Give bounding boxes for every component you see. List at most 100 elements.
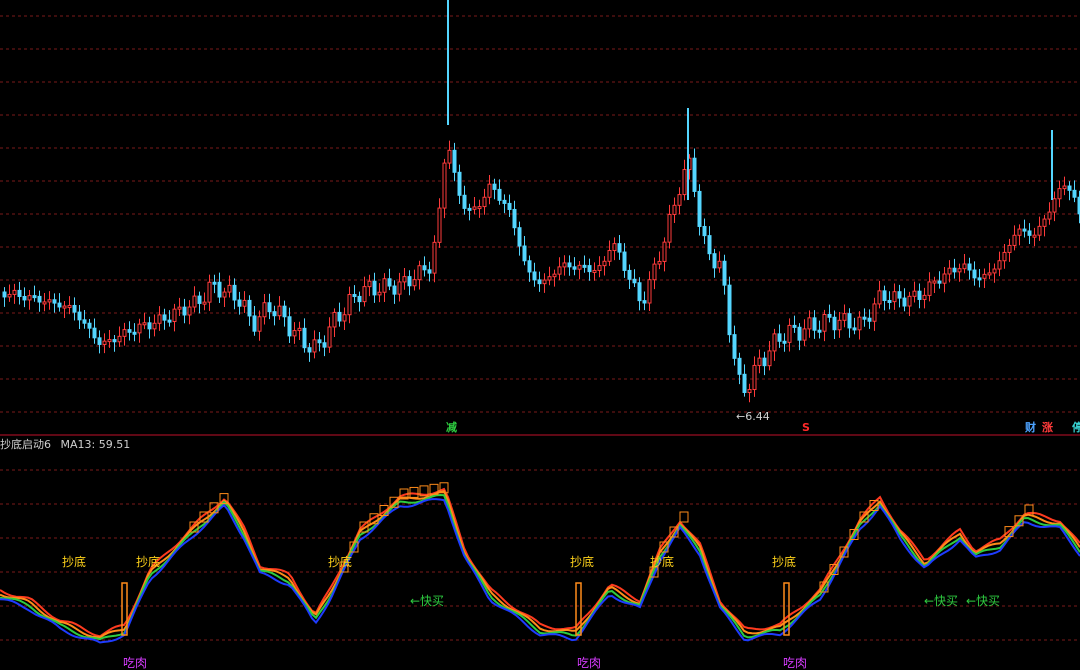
candle-body [102, 340, 107, 345]
candle-body [757, 357, 762, 366]
fast-buy-label: ←快买 [410, 594, 444, 608]
candle-body [997, 260, 1002, 270]
candle-body [127, 329, 132, 333]
candle-body [812, 317, 817, 331]
indicator-title: 抄底启动6 [0, 438, 51, 451]
candle-body [487, 183, 492, 198]
candle-body [62, 305, 67, 309]
loss-label: 吃肉 [577, 656, 601, 670]
candle-body [902, 297, 907, 307]
candle-body [237, 299, 242, 307]
candle-body [717, 260, 722, 269]
candle-body [147, 322, 152, 330]
event-tag: 停 [1072, 420, 1080, 434]
candle-body [777, 333, 782, 342]
candle-body [27, 295, 32, 301]
candle-body [397, 281, 402, 295]
candle-body [222, 291, 227, 298]
candle-body [172, 308, 177, 322]
fast-buy-label: ←快买 [924, 594, 958, 608]
candle-body [477, 206, 482, 210]
indicator-labels: 抄底 抄底 抄底 抄底 抄底 抄底 ←快买 ←快买 ←快买吃肉 吃肉 吃肉 [62, 554, 1000, 670]
candle-body [592, 269, 597, 273]
candle-body [327, 326, 332, 348]
candle-body [167, 319, 172, 323]
candle-body [737, 357, 742, 375]
candle-body [857, 316, 862, 331]
candle-body [917, 290, 922, 300]
candle-body [632, 278, 637, 284]
candle-body [1012, 234, 1017, 246]
candle-body [337, 311, 342, 322]
price-candles [2, 0, 1080, 403]
candle-body [752, 364, 757, 391]
candle-body [202, 301, 207, 305]
buy-bottom-label: 抄底 [650, 554, 674, 569]
candle-body [87, 322, 92, 329]
event-tag: 财 [1024, 420, 1036, 434]
candle-body [402, 276, 407, 283]
candle-body [1017, 228, 1022, 236]
candle-body [107, 339, 112, 343]
candle-body [957, 268, 962, 273]
candle-body [562, 262, 567, 268]
candle-body [367, 280, 372, 288]
candle-body [32, 295, 37, 299]
candle-body [1067, 185, 1072, 191]
candle-body [542, 279, 547, 285]
candle-body [642, 300, 647, 304]
candle-body [1062, 185, 1067, 190]
candle-body [767, 350, 772, 367]
candle-body [652, 263, 657, 281]
candle-body [1042, 218, 1047, 227]
candle-body [407, 276, 412, 287]
candle-body [47, 299, 52, 303]
candle-body [1032, 234, 1037, 238]
candle-body [522, 245, 527, 262]
candle-body [612, 243, 617, 252]
candle-body [572, 266, 577, 270]
candle-body [272, 311, 277, 317]
candle-body [372, 280, 377, 296]
candle-body [787, 324, 792, 343]
event-tag: S [802, 421, 810, 434]
candle-body [732, 334, 737, 359]
candle-body [262, 302, 267, 318]
candle-body [727, 284, 732, 336]
candle-body [702, 225, 707, 237]
candle-body [287, 316, 292, 337]
candle-body [467, 207, 472, 211]
candle-body [392, 285, 397, 295]
candle-body [712, 253, 717, 269]
candle-body [802, 328, 807, 341]
candle-body [577, 264, 582, 270]
candle-body [212, 281, 217, 285]
candle-body [1072, 189, 1077, 198]
candle-body [992, 268, 997, 274]
candle-body [1022, 228, 1027, 232]
candle-body [1027, 230, 1032, 236]
candle-body [722, 260, 727, 286]
candle-body [97, 337, 102, 345]
candle-body [52, 299, 57, 304]
candle-body [242, 299, 247, 307]
candle-body [312, 339, 317, 353]
candle-body [937, 280, 942, 284]
candle-body [72, 304, 77, 313]
candle-body [277, 305, 282, 317]
low-price-label: ←6.44 [736, 410, 770, 423]
candle-body [182, 306, 187, 316]
candle-body [867, 317, 872, 322]
candle-body [2, 291, 7, 298]
candle-body [742, 373, 747, 393]
candle-body [112, 339, 117, 343]
candle-body [122, 329, 127, 337]
fast-buy-label: ←快买 [966, 594, 1000, 608]
candle-body [472, 206, 477, 210]
candle-body [1007, 244, 1012, 253]
candle-body [647, 279, 652, 304]
candle-body [132, 331, 137, 335]
candle-body [547, 276, 552, 281]
candle-body [782, 340, 787, 344]
candle-body [667, 213, 672, 243]
